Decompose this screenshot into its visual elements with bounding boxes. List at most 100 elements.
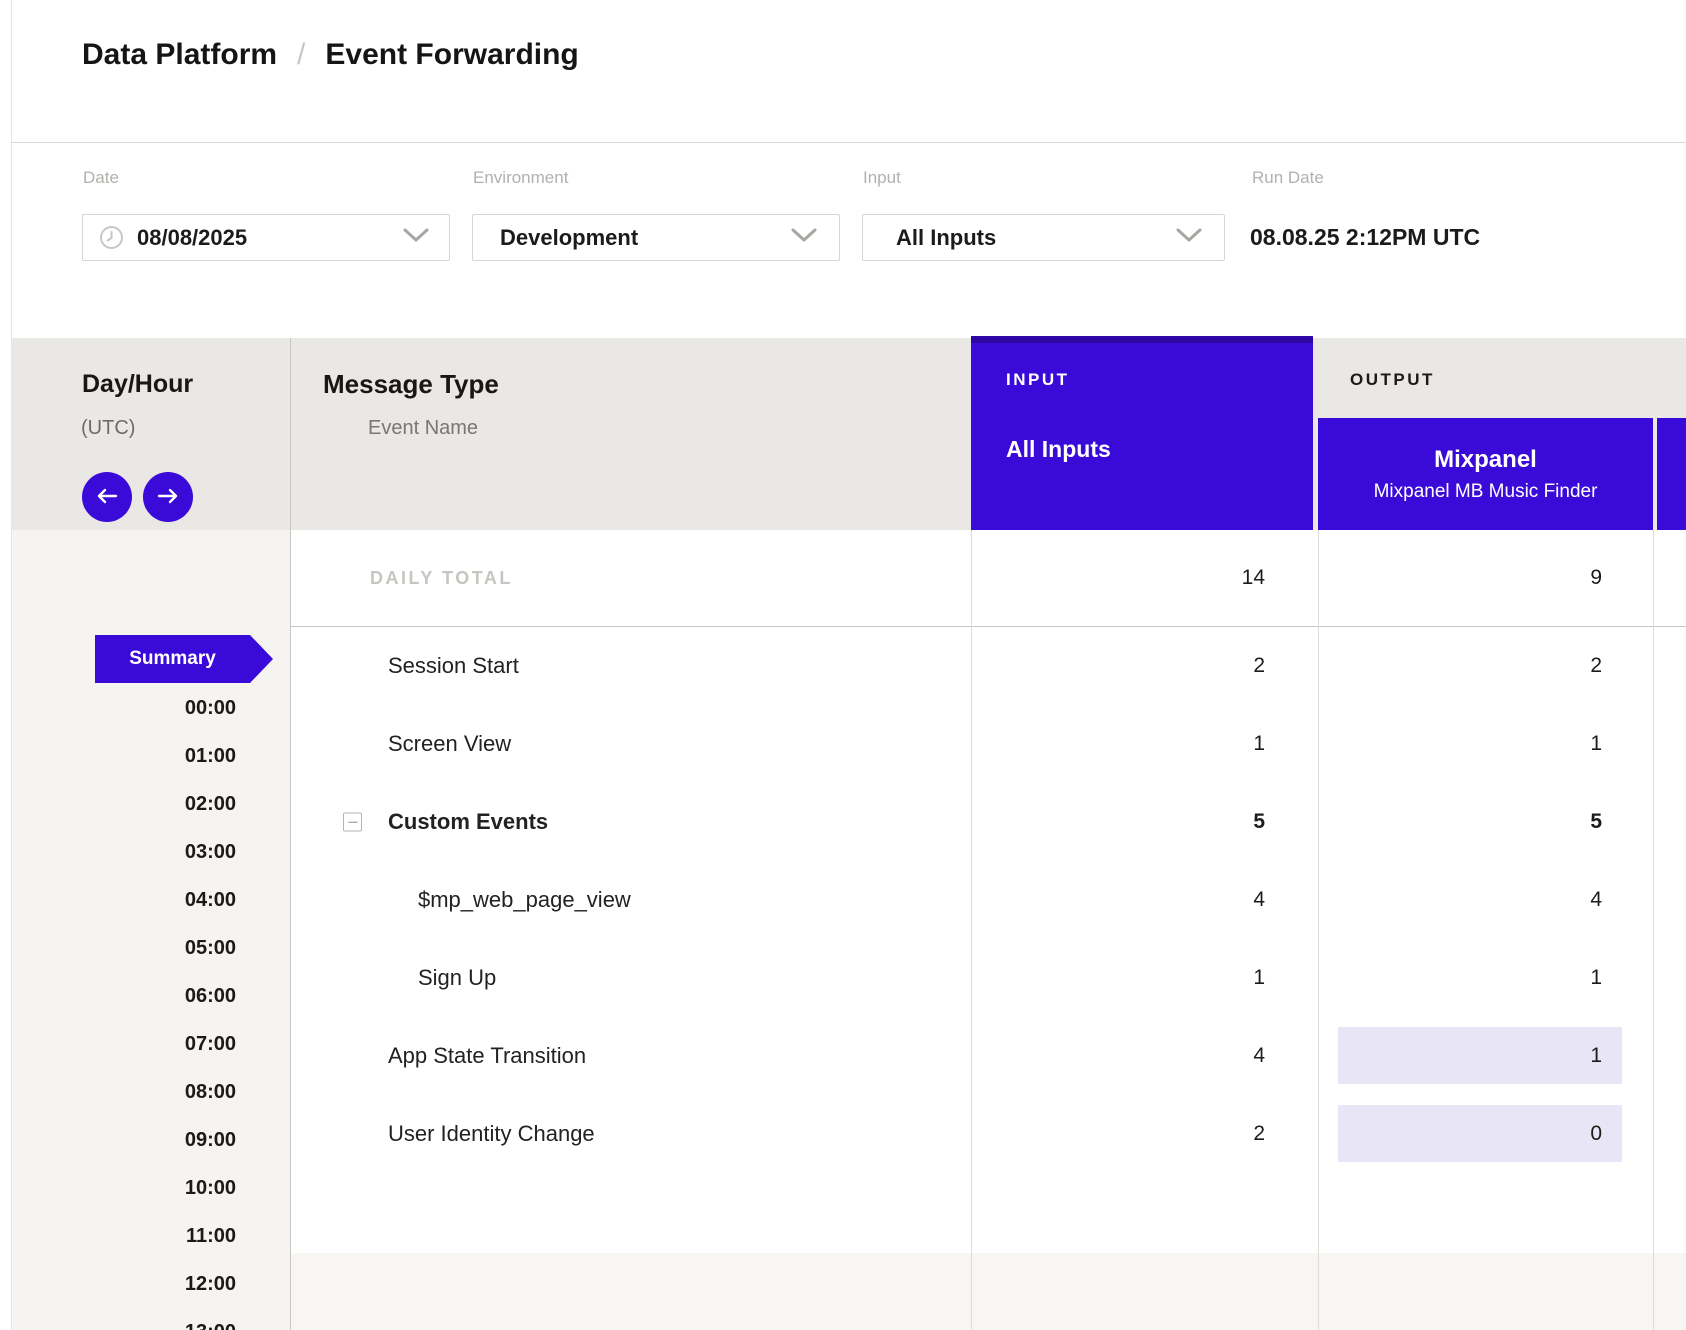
arrow-left-icon <box>95 488 119 507</box>
input-value: All Inputs <box>896 225 996 251</box>
daily-total-row: DAILY TOTAL 14 9 <box>291 530 1686 627</box>
gridline-output-right <box>1653 530 1654 1330</box>
table-row: Session Start22 <box>291 627 1686 705</box>
next-day-button[interactable] <box>143 472 193 522</box>
header-divider <box>11 142 1686 143</box>
output-count-cell: 4 <box>1318 861 1653 939</box>
day-hour-header: Day/Hour <box>82 370 193 399</box>
breadcrumb: Data Platform / Event Forwarding <box>82 38 579 72</box>
date-filter-label: Date <box>83 168 119 188</box>
chevron-down-icon <box>403 228 429 248</box>
output-group-label: OUTPUT <box>1350 370 1435 390</box>
sidebar-item-hour-0700[interactable]: 07:00 <box>0 1032 236 1056</box>
input-column-header: INPUT All Inputs <box>971 336 1313 530</box>
input-count-cell: 5 <box>971 783 1318 861</box>
daily-total-output-value: 9 <box>1590 566 1602 590</box>
sidebar-divider <box>290 338 291 1330</box>
environment-value: Development <box>500 225 638 251</box>
input-count-value: 2 <box>1253 654 1265 678</box>
input-count-cell: 4 <box>971 861 1318 939</box>
sidebar-item-hour-1300[interactable]: 13:00 <box>0 1320 236 1330</box>
arrow-right-icon <box>156 488 180 507</box>
sidebar-item-hour-1100[interactable]: 11:00 <box>0 1224 236 1248</box>
daily-total-label: DAILY TOTAL <box>370 530 513 626</box>
next-output-column-partial <box>1657 418 1686 530</box>
page-title: Event Forwarding <box>325 38 578 71</box>
sidebar-item-hour-0500[interactable]: 05:00 <box>0 936 236 960</box>
output-count-value: 4 <box>1590 888 1602 912</box>
table-row: User Identity Change 2 0 <box>291 1095 1686 1173</box>
input-count-value: 1 <box>1253 966 1265 990</box>
table-footer-band <box>291 1253 1686 1330</box>
sidebar-item-hour-0300[interactable]: 03:00 <box>0 840 236 864</box>
event-name: App State Transition <box>388 1017 586 1095</box>
input-count-value: 1 <box>1253 732 1265 756</box>
daily-total-output-cell: 9 <box>1318 530 1653 626</box>
event-name: User Identity Change <box>388 1095 595 1173</box>
collapse-minus-icon[interactable] <box>343 813 362 832</box>
table-row: Sign Up 1 1 <box>291 939 1686 1017</box>
chevron-down-icon <box>1176 228 1202 248</box>
summary-flag-arrow <box>250 635 273 683</box>
input-count-cell: 2 <box>971 627 1318 705</box>
table-row: $mp_web_page_view 4 4 <box>291 861 1686 939</box>
input-count-cell: 1 <box>971 705 1318 783</box>
chevron-down-icon <box>791 228 817 248</box>
table-row: Custom Events 5 5 <box>291 783 1686 861</box>
prev-day-button[interactable] <box>82 472 132 522</box>
sidebar-item-hour-0900[interactable]: 09:00 <box>0 1128 236 1152</box>
output-count-value: 1 <box>1590 732 1602 756</box>
gridline-output-left <box>1318 530 1319 1330</box>
input-count-cell: 1 <box>971 939 1318 1017</box>
event-name-subtitle: Event Name <box>368 417 478 440</box>
output-count-value: 0 <box>1590 1122 1602 1146</box>
daily-total-input-cell: 14 <box>971 530 1318 626</box>
output-count-value: 1 <box>1590 966 1602 990</box>
input-count-value: 2 <box>1253 1122 1265 1146</box>
output-count-cell: 5 <box>1318 783 1653 861</box>
event-name: Sign Up <box>418 939 496 1017</box>
sidebar-item-hour-0200[interactable]: 02:00 <box>0 792 236 816</box>
output-column-subtitle: Mixpanel MB Music Finder <box>1374 481 1598 503</box>
event-name: Session Start <box>388 627 519 705</box>
date-select[interactable]: 08/08/2025 <box>82 214 450 261</box>
table-row: App State Transition 4 1 <box>291 1017 1686 1095</box>
output-count-value: 5 <box>1590 810 1602 834</box>
event-name: Screen View <box>388 705 511 783</box>
daily-total-input-value: 14 <box>1242 566 1265 590</box>
event-forwarding-page: Data Platform / Event Forwarding Date Envi… <box>0 0 1686 1330</box>
breadcrumb-section[interactable]: Data Platform <box>82 38 277 71</box>
output-count-cell: 1 <box>1318 705 1653 783</box>
day-hour-subtitle: (UTC) <box>81 417 135 440</box>
event-name: Custom Events <box>388 783 548 861</box>
output-count-cell: 1 <box>1318 939 1653 1017</box>
output-count-value: 1 <box>1590 1044 1602 1068</box>
sidebar-item-hour-1200[interactable]: 12:00 <box>0 1272 236 1296</box>
sidebar-item-hour-0400[interactable]: 04:00 <box>0 888 236 912</box>
message-type-header: Message Type <box>323 369 499 400</box>
run-date-value: 08.08.25 2:12PM UTC <box>1250 214 1480 261</box>
input-count-cell: 4 <box>971 1017 1318 1095</box>
environment-filter-label: Environment <box>473 168 568 188</box>
sidebar-item-hour-0000[interactable]: 00:00 <box>0 696 236 720</box>
sidebar-item-hour-0600[interactable]: 06:00 <box>0 984 236 1008</box>
breadcrumb-separator: / <box>297 38 305 71</box>
output-highlight-box <box>1338 1027 1622 1084</box>
input-count-value: 4 <box>1253 1044 1265 1068</box>
sidebar-item-hour-0100[interactable]: 01:00 <box>0 744 236 768</box>
sidebar-item-hour-0800[interactable]: 08:00 <box>0 1080 236 1104</box>
run-date-label: Run Date <box>1252 168 1324 188</box>
input-count-value: 4 <box>1253 888 1265 912</box>
input-count-value: 5 <box>1253 810 1265 834</box>
input-group-label: INPUT <box>1006 370 1070 390</box>
output-column-name: Mixpanel <box>1434 446 1537 474</box>
input-column-top-strip <box>971 336 1313 343</box>
event-name: $mp_web_page_view <box>418 861 631 939</box>
input-column-name: All Inputs <box>1006 436 1111 463</box>
input-select[interactable]: All Inputs <box>862 214 1225 261</box>
sidebar-item-hour-1000[interactable]: 10:00 <box>0 1176 236 1200</box>
date-value: 08/08/2025 <box>137 225 247 251</box>
input-count-cell: 2 <box>971 1095 1318 1173</box>
output-column-header: Mixpanel Mixpanel MB Music Finder <box>1318 418 1653 530</box>
environment-select[interactable]: Development <box>472 214 840 261</box>
